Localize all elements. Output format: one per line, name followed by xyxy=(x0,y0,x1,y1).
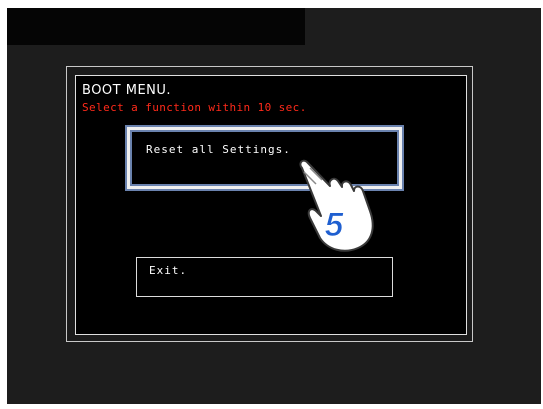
reset-all-settings-label: Reset all Settings. xyxy=(146,143,291,156)
step-number: 5 xyxy=(325,206,345,244)
pointing-hand-icon: 5 xyxy=(299,159,374,252)
exit-label: Exit. xyxy=(149,264,188,277)
boot-menu-instruction: Select a function within 10 sec. xyxy=(82,101,307,114)
boot-menu-title: BOOT MENU. xyxy=(82,83,172,98)
top-bar xyxy=(7,8,305,45)
exit-option[interactable]: Exit. xyxy=(136,257,393,297)
